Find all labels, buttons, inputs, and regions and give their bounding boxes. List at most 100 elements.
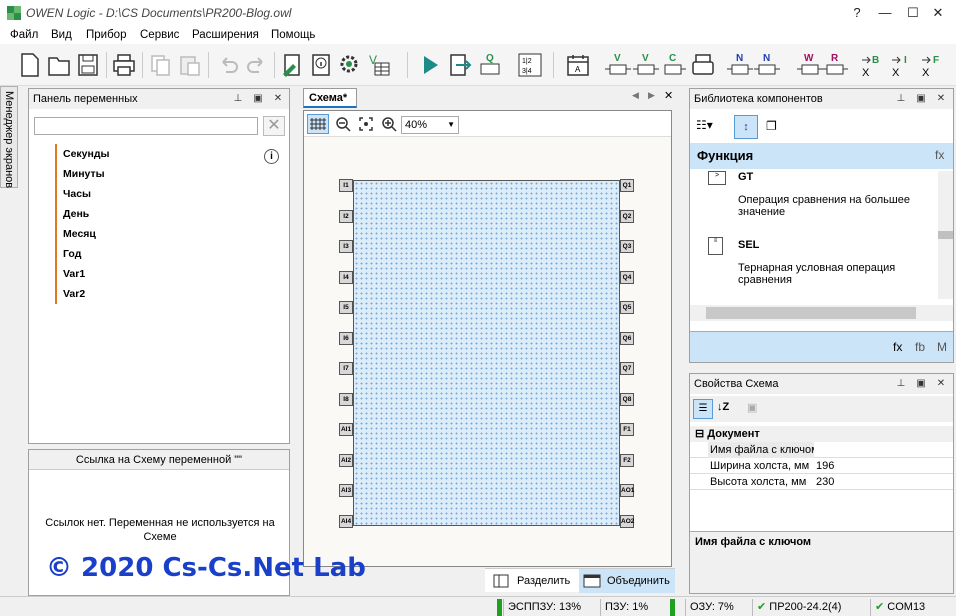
settings-gear-icon[interactable] — [337, 52, 363, 78]
property-row[interactable]: Ширина холста, мм 196 — [690, 458, 953, 474]
minimize-button[interactable]: — — [875, 4, 895, 22]
library-scrollbar[interactable] — [938, 171, 953, 299]
variable-item[interactable]: Var2 — [55, 284, 85, 304]
output-pin[interactable]: AO2 — [620, 514, 634, 528]
alphabetical-icon[interactable]: ↓Z — [717, 401, 729, 413]
variable-item[interactable]: Var1 — [55, 264, 85, 284]
property-row[interactable]: Имя файла с ключом — [690, 442, 953, 458]
output-pin[interactable]: F1 — [620, 423, 634, 436]
constant-icon[interactable]: C — [660, 52, 686, 78]
maximize-button[interactable]: ☐ — [903, 4, 923, 22]
output-pin[interactable]: Q5 — [620, 301, 634, 314]
menu-extensions[interactable]: Расширения — [192, 26, 259, 44]
screen-manager-tab[interactable]: Менеджер экранов — [0, 86, 18, 188]
variable-item[interactable]: Секунды — [55, 144, 110, 164]
variable-item[interactable]: Минуты — [55, 164, 105, 184]
run-icon[interactable] — [417, 52, 443, 78]
pin-icon[interactable]: ⊥ — [894, 377, 908, 391]
view-mode-icon[interactable]: ☷▾ — [696, 118, 724, 138]
input-pin[interactable]: I4 — [339, 270, 353, 284]
property-value[interactable]: 230 — [816, 474, 834, 490]
maximize-panel-icon[interactable]: ▣ — [251, 92, 265, 106]
property-pages-icon[interactable]: ▣ — [747, 401, 757, 414]
menu-view[interactable]: Вид — [51, 26, 72, 44]
save-icon[interactable] — [75, 52, 101, 78]
pin-icon[interactable]: ⊥ — [231, 92, 245, 106]
close-tab-icon[interactable]: ✕ — [664, 89, 673, 102]
input-pin[interactable]: I6 — [339, 331, 353, 345]
tab-scroll-right-icon[interactable]: ▶ — [648, 90, 655, 101]
property-value[interactable]: 196 — [816, 458, 834, 474]
output-pin[interactable]: Q7 — [620, 362, 634, 375]
info-icon[interactable]: i — [264, 149, 279, 164]
variable-item[interactable]: День — [55, 204, 89, 224]
output-pin[interactable]: Q2 — [620, 209, 634, 223]
sort-icon[interactable]: ↕ — [734, 115, 758, 139]
upload-icon[interactable] — [447, 52, 473, 78]
variables-table-icon[interactable]: V — [366, 52, 392, 78]
output-block-icon[interactable]: Q — [478, 52, 514, 78]
variable-item[interactable]: Месяц — [55, 224, 96, 244]
connect-f-icon[interactable]: FX — [920, 52, 946, 79]
connect-b-icon[interactable]: BX — [860, 52, 886, 79]
tab-scroll-left-icon[interactable]: ◀ — [632, 90, 639, 101]
maximize-panel-icon[interactable]: ▣ — [914, 92, 928, 106]
input-pin[interactable]: AI4 — [339, 514, 353, 528]
input-pin[interactable]: AI1 — [339, 423, 353, 436]
output-pin[interactable]: Q3 — [620, 240, 634, 253]
status-port[interactable]: ✔ COM13 — [870, 599, 950, 616]
property-group-document[interactable]: ⊟ Документ — [690, 426, 953, 442]
categorized-icon[interactable]: ☰ — [693, 399, 713, 419]
variables-search-input[interactable] — [34, 117, 258, 135]
output-pin[interactable]: AO1 — [620, 484, 634, 497]
edit-device-icon[interactable] — [279, 52, 305, 78]
tab-fx[interactable]: fx — [893, 340, 902, 354]
zoom-select[interactable]: 40% ▼ — [401, 116, 459, 134]
output-pin[interactable]: Q8 — [620, 392, 634, 406]
tab-fb[interactable]: fb — [915, 340, 925, 354]
menu-device[interactable]: Прибор — [86, 26, 126, 44]
output-pin[interactable]: Q1 — [620, 179, 634, 192]
menu-file[interactable]: Файл — [10, 26, 38, 44]
property-row[interactable]: Высота холста, мм 230 — [690, 474, 953, 490]
zoom-in-icon[interactable] — [381, 116, 397, 135]
network-var-out-icon[interactable]: N — [754, 52, 780, 78]
input-pin[interactable]: I1 — [339, 179, 353, 192]
input-pin[interactable]: I8 — [339, 392, 353, 406]
close-button[interactable]: ✕ — [928, 4, 948, 22]
calendar-icon[interactable]: A — [565, 52, 591, 78]
open-folder-icon[interactable] — [46, 52, 72, 78]
tab-schema[interactable]: Схема* — [303, 88, 357, 108]
input-pin[interactable]: I5 — [339, 301, 353, 314]
collapse-all-icon[interactable]: ❐ — [766, 119, 777, 133]
library-category[interactable]: Функция fx — [690, 143, 953, 169]
help-button[interactable]: ? — [847, 4, 867, 22]
read-var-icon[interactable]: R — [822, 52, 848, 78]
device-info-icon[interactable] — [308, 52, 334, 78]
menu-help[interactable]: Помощь — [271, 26, 315, 44]
paste-icon[interactable] — [177, 52, 203, 78]
clear-search-icon[interactable]: ✕ — [263, 116, 285, 136]
math-block-icon[interactable]: 1|2 3|4 — [517, 52, 543, 78]
library-item-gt[interactable]: GT — [738, 171, 753, 183]
maximize-panel-icon[interactable]: ▣ — [914, 377, 928, 391]
output-pin[interactable]: Q4 — [620, 270, 634, 284]
close-panel-icon[interactable]: ✕ — [271, 92, 285, 106]
input-variable-icon[interactable]: V — [605, 52, 631, 78]
variable-item[interactable]: Год — [55, 244, 81, 264]
undo-icon[interactable] — [215, 52, 241, 78]
library-item-sel[interactable]: SEL — [738, 239, 759, 251]
output-variable-icon[interactable]: V — [633, 52, 659, 78]
screen-print-icon[interactable] — [690, 52, 716, 78]
input-pin[interactable]: AI3 — [339, 484, 353, 497]
connect-i-icon[interactable]: IX — [890, 52, 916, 79]
variable-item[interactable]: Часы — [55, 184, 91, 204]
device-block[interactable] — [353, 180, 620, 526]
library-hscrollbar[interactable] — [690, 305, 953, 321]
print-icon[interactable] — [111, 52, 137, 78]
input-pin[interactable]: I7 — [339, 362, 353, 375]
output-pin[interactable]: F2 — [620, 453, 634, 467]
pin-icon[interactable]: ⊥ — [894, 92, 908, 106]
close-panel-icon[interactable]: ✕ — [934, 92, 948, 106]
input-pin[interactable]: I2 — [339, 209, 353, 223]
